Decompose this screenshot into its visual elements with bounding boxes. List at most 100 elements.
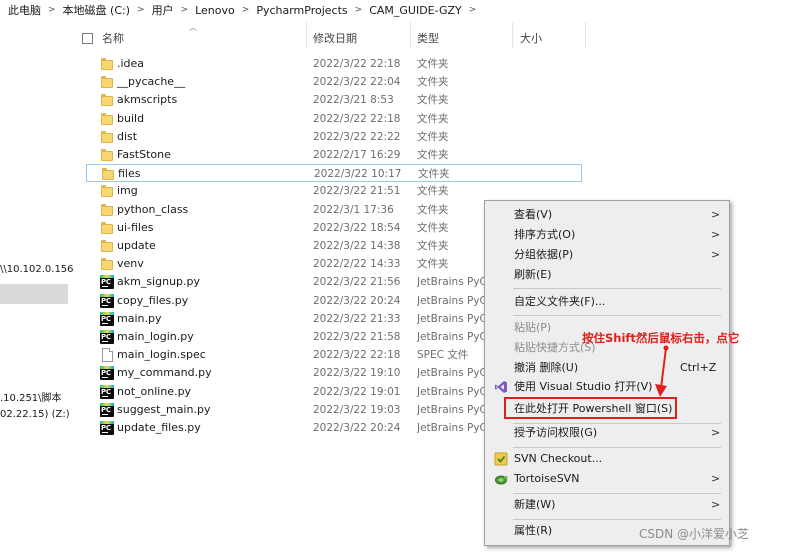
menu-separator (513, 288, 721, 289)
file-date: 2022/3/22 22:18 (313, 58, 401, 70)
chevron-right-icon: > (241, 5, 250, 15)
breadcrumb-item[interactable]: CAM_GUIDE-GZY (369, 4, 462, 17)
file-date: 2022/3/22 19:01 (313, 385, 401, 398)
menu-item-label: 刷新(E) (514, 268, 552, 281)
menu-item-refresh[interactable]: 刷新(E) (485, 265, 729, 285)
file-type: 文件夹 (417, 58, 449, 70)
menu-item-svn-checkout[interactable]: SVN Checkout... (485, 449, 729, 469)
pycharm-file-icon: PC (100, 402, 114, 417)
file-row[interactable]: build 2022/3/22 22:18 文件夹 (86, 110, 582, 128)
file-row[interactable]: akmscripts 2022/3/21 8:53 文件夹 (86, 91, 582, 109)
tortoisesvn-icon (494, 472, 508, 486)
file-row[interactable]: dist 2022/3/22 22:22 文件夹 (86, 128, 582, 146)
breadcrumb-item[interactable]: 此电脑 (8, 2, 41, 18)
menu-item-view[interactable]: 查看(V) > (485, 205, 729, 225)
file-row[interactable]: .idea 2022/3/22 22:18 文件夹 (86, 55, 582, 73)
menu-item-customize-folder[interactable]: 自定义文件夹(F)... (485, 292, 729, 312)
annotation-text: 按住Shift然后鼠标右击，点它 (582, 331, 740, 345)
folder-icon (101, 167, 115, 181)
folder-icon (100, 93, 114, 107)
breadcrumb-item[interactable]: Lenovo (195, 4, 235, 17)
column-divider[interactable] (410, 22, 411, 48)
file-date: 2022/3/22 21:56 (313, 276, 401, 289)
file-name: main.py (117, 311, 162, 325)
file-type: JetBrains PyC (417, 422, 487, 434)
svn-checkout-icon (494, 452, 508, 466)
nav-item-network-drive[interactable]: \\10.102.0.156 (0, 264, 74, 275)
file-name: main_login.spec (117, 348, 206, 362)
file-row[interactable]: img 2022/3/22 21:51 文件夹 (86, 182, 582, 200)
menu-item-label: 自定义文件夹(F)... (514, 295, 606, 308)
menu-item-undo-delete[interactable]: 撤消 删除(U) Ctrl+Z (485, 358, 729, 378)
column-header-type[interactable]: 类型 (417, 28, 439, 48)
file-name: my_command.py (117, 366, 212, 380)
file-type: JetBrains PyC (417, 312, 487, 325)
nav-item-selected[interactable] (0, 284, 68, 304)
file-type: 文件夹 (417, 185, 449, 198)
menu-item-label: 分组依据(P) (514, 248, 574, 261)
folder-icon (100, 257, 114, 271)
chevron-right-icon: > (711, 426, 721, 439)
file-type: 文件夹 (417, 130, 449, 143)
file-row[interactable]: FastStone 2022/2/17 16:29 文件夹 (86, 146, 582, 164)
folder-icon (100, 203, 114, 217)
column-divider[interactable] (585, 22, 586, 48)
column-divider[interactable] (512, 22, 513, 48)
file-date: 2022/2/22 14:33 (313, 258, 401, 271)
file-name: .idea (117, 57, 145, 70)
file-type: JetBrains PyC (417, 403, 487, 416)
file-date: 2022/3/22 21:58 (313, 331, 401, 343)
breadcrumb: 此电脑 > 本地磁盘 (C:) > 用户 > Lenovo > PycharmP… (0, 0, 800, 20)
file-name: img (117, 184, 138, 198)
chevron-right-icon: > (354, 5, 363, 15)
file-type: 文件夹 (418, 168, 450, 181)
file-row[interactable]: files 2022/3/22 10:17 文件夹 (86, 164, 582, 183)
file-type: JetBrains PyC (417, 276, 487, 289)
menu-item-label: 使用 Visual Studio 打开(V) (514, 380, 653, 393)
select-all-checkbox[interactable] (82, 33, 93, 44)
pycharm-file-icon: PC (100, 366, 114, 381)
menu-item-open-visual-studio[interactable]: 使用 Visual Studio 打开(V) (485, 377, 729, 397)
watermark: CSDN @小洋爱小芝 (639, 527, 750, 541)
breadcrumb-item[interactable]: 本地磁盘 (C:) (63, 2, 130, 18)
menu-item-label: TortoiseSVN (514, 472, 580, 485)
file-name: akmscripts (117, 93, 178, 107)
nav-item-network-drive[interactable]: 02.22.15) (Z:) (0, 409, 70, 420)
column-header-date[interactable]: 修改日期 (313, 28, 357, 48)
breadcrumb-item[interactable]: 用户 (152, 2, 174, 18)
file-name: build (117, 111, 145, 125)
chevron-right-icon: > (48, 5, 56, 15)
column-header-name[interactable]: 名称 (102, 28, 124, 48)
menu-item-sort[interactable]: 排序方式(O) > (485, 225, 729, 245)
pycharm-file-icon: PC (100, 293, 114, 308)
breadcrumb-item[interactable]: PycharmProjects (256, 4, 347, 17)
menu-item-group[interactable]: 分组依据(P) > (485, 245, 729, 265)
file-date: 2022/3/22 20:24 (313, 422, 401, 434)
file-row[interactable]: __pycache__ 2022/3/22 22:04 文件夹 (86, 73, 582, 91)
menu-item-tortoisesvn[interactable]: TortoiseSVN > (485, 469, 729, 489)
menu-item-label: 属性(R) (514, 524, 553, 537)
nav-item-network-drive[interactable]: .10.251\脚本 (0, 389, 62, 404)
menu-item-label: 粘贴(P) (514, 321, 552, 334)
file-name: FastStone (117, 148, 171, 161)
file-date: 2022/3/22 22:18 (313, 349, 401, 362)
pycharm-file-icon: PC (100, 330, 114, 344)
file-name: __pycache__ (117, 75, 186, 89)
menu-separator (513, 519, 721, 520)
menu-item-new[interactable]: 新建(W) > (485, 495, 729, 515)
chevron-right-icon: > (711, 208, 721, 221)
folder-icon (100, 57, 114, 71)
file-date: 2022/3/1 17:36 (313, 203, 394, 216)
column-header-size[interactable]: 大小 (520, 28, 542, 48)
file-name: akm_signup.py (117, 275, 201, 289)
file-type: 文件夹 (417, 76, 449, 89)
chevron-right-icon: > (137, 5, 145, 15)
column-divider[interactable] (306, 22, 307, 48)
menu-separator (513, 315, 721, 316)
context-menu: 查看(V) > 排序方式(O) > 分组依据(P) > 刷新(E) 自定义文件夹… (484, 200, 730, 546)
menu-item-label: SVN Checkout... (514, 452, 603, 465)
folder-icon (100, 184, 114, 198)
pycharm-file-icon: PC (100, 421, 114, 435)
menu-item-grant-access[interactable]: 授予访问权限(G) > (485, 423, 729, 443)
highlight-box (504, 397, 677, 419)
